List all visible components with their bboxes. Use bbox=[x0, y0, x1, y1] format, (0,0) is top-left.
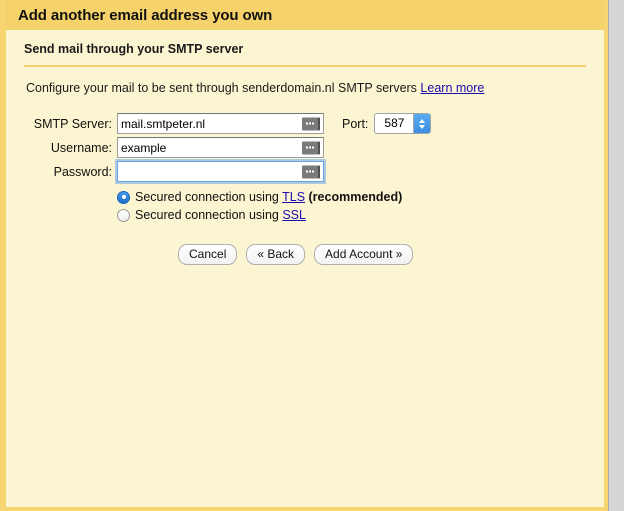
port-value[interactable]: 587 bbox=[375, 114, 413, 133]
dialog-title-bar: Add another email address you own bbox=[6, 0, 604, 30]
add-email-address-dialog: Add another email address you own Send m… bbox=[0, 0, 608, 511]
tls-link[interactable]: TLS bbox=[282, 190, 305, 204]
dialog-button-row: Cancel « Back Add Account » bbox=[26, 244, 590, 265]
description-prefix: Configure your mail to be sent through s… bbox=[26, 81, 421, 95]
username-row: Username: bbox=[26, 137, 590, 158]
password-input-wrap bbox=[117, 161, 324, 182]
password-row: Password: bbox=[26, 161, 590, 182]
password-manager-icon[interactable] bbox=[302, 165, 320, 178]
password-manager-icon[interactable] bbox=[302, 141, 320, 154]
tls-text-before: Secured connection using bbox=[135, 190, 283, 204]
smtp-settings-form: SMTP Server: Port: 587 bbox=[20, 113, 590, 265]
port-stepper[interactable]: 587 bbox=[374, 113, 432, 134]
learn-more-link[interactable]: Learn more bbox=[420, 81, 484, 95]
dialog-title: Add another email address you own bbox=[18, 6, 273, 24]
add-account-button[interactable]: Add Account » bbox=[314, 244, 414, 265]
password-manager-icon[interactable] bbox=[302, 117, 320, 130]
smtp-server-input-wrap bbox=[117, 113, 324, 134]
ssl-text-before: Secured connection using bbox=[135, 208, 283, 222]
radio-tls-indicator[interactable] bbox=[117, 190, 130, 204]
radio-ssl-label: Secured connection using SSL bbox=[135, 208, 306, 222]
radio-tls-label: Secured connection using TLS (recommende… bbox=[135, 190, 402, 204]
description-text: Configure your mail to be sent through s… bbox=[20, 81, 590, 95]
smtp-server-row: SMTP Server: Port: 587 bbox=[26, 113, 590, 134]
secured-connection-options: Secured connection using TLS (recommende… bbox=[26, 190, 590, 222]
port-group: Port: 587 bbox=[342, 113, 432, 134]
tls-recommended-text: (recommended) bbox=[305, 190, 403, 204]
section-heading: Send mail through your SMTP server bbox=[24, 42, 244, 56]
radio-option-tls[interactable]: Secured connection using TLS (recommende… bbox=[117, 190, 590, 204]
section-divider bbox=[24, 65, 586, 67]
chevron-up-down-icon[interactable] bbox=[413, 114, 431, 133]
smtp-server-input[interactable] bbox=[117, 113, 324, 134]
radio-ssl-indicator[interactable] bbox=[117, 208, 130, 222]
port-label: Port: bbox=[342, 116, 369, 131]
radio-option-ssl[interactable]: Secured connection using SSL bbox=[117, 208, 590, 222]
background-scrollbar[interactable] bbox=[608, 0, 624, 511]
username-label: Username: bbox=[50, 140, 112, 155]
password-input[interactable] bbox=[117, 161, 324, 182]
ssl-link[interactable]: SSL bbox=[282, 208, 306, 222]
username-input-wrap bbox=[117, 137, 324, 158]
back-button[interactable]: « Back bbox=[246, 244, 306, 265]
cancel-button[interactable]: Cancel bbox=[178, 244, 238, 265]
dialog-body: Send mail through your SMTP server Confi… bbox=[6, 30, 604, 265]
smtp-server-label: SMTP Server: bbox=[33, 116, 112, 131]
username-input[interactable] bbox=[117, 137, 324, 158]
password-label: Password: bbox=[53, 164, 112, 179]
